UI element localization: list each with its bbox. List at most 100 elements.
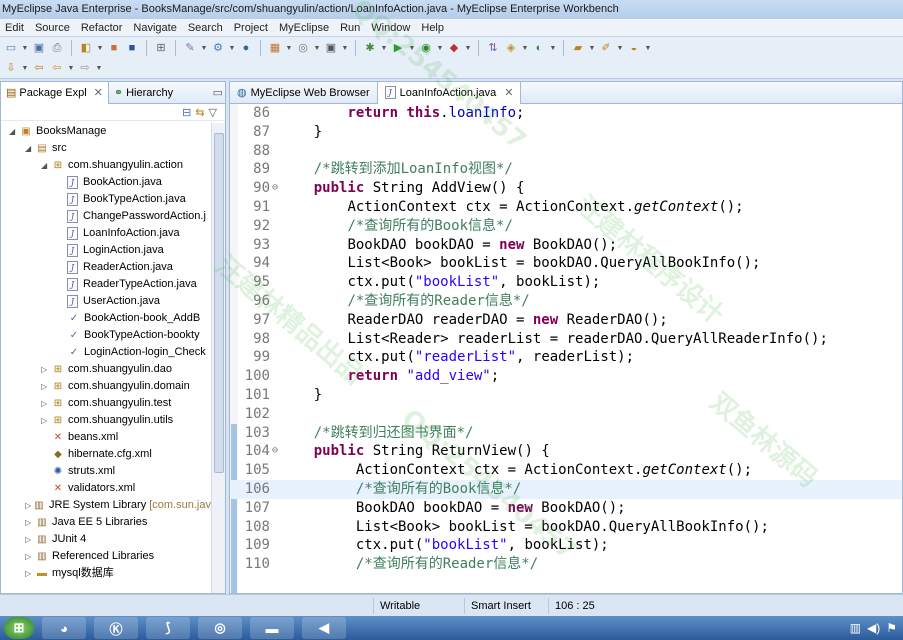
fold-collapse-icon[interactable]: ⊖ bbox=[270, 179, 280, 198]
menu-window[interactable]: Window bbox=[366, 22, 416, 34]
menu-run[interactable]: Run bbox=[335, 22, 366, 34]
tree-scrollbar[interactable] bbox=[211, 123, 225, 593]
qq-icon[interactable]: ◕ bbox=[42, 617, 86, 639]
minimize-icon[interactable]: ▭ bbox=[213, 86, 225, 99]
print-icon[interactable]: ⎙ bbox=[49, 40, 65, 56]
menu-refactor[interactable]: Refactor bbox=[76, 22, 129, 34]
expand-open-icon[interactable]: ◢ bbox=[25, 140, 35, 157]
dropdown-icon[interactable]: ▼ bbox=[464, 45, 472, 52]
code-editor[interactable]: 86 return this.loanInfo; 87 } 88 89 /*跳转到添加… bbox=[230, 104, 902, 593]
new-icon[interactable]: ▭ bbox=[3, 40, 19, 56]
expand-closed-icon[interactable]: ▷ bbox=[41, 378, 51, 395]
tab-web-browser[interactable]: ◍ MyEclipse Web Browser bbox=[230, 82, 377, 104]
tab-loaninfoaction[interactable]: J LoanInfoAction.java ✕ bbox=[376, 81, 522, 104]
dropdown-icon[interactable]: ▼ bbox=[521, 45, 529, 52]
dropdown-icon[interactable]: ▼ bbox=[95, 65, 103, 72]
code-line[interactable]: 96 /*查询所有的Reader信息*/ bbox=[230, 292, 902, 311]
tree-item[interactable]: ✓ BookTypeAction-bookty bbox=[1, 327, 211, 344]
pencil-icon[interactable]: ◐ bbox=[531, 40, 547, 56]
new-dropdown-icon[interactable]: ▼ bbox=[21, 45, 29, 52]
link-with-editor-icon[interactable]: ⇆ bbox=[195, 106, 204, 119]
new-package-icon[interactable]: ◎ bbox=[295, 40, 311, 56]
tree-item[interactable]: ◢ ▤ src bbox=[1, 140, 211, 157]
code-line[interactable]: 100 return "add_view"; bbox=[230, 367, 902, 386]
tree-item[interactable]: ◢ ⊞ com.shuangyulin.action bbox=[1, 157, 211, 174]
tree-item[interactable]: ▷ ⊞ com.shuangyulin.dao bbox=[1, 361, 211, 378]
tree-item[interactable]: ▷ ▥ JUnit 4 bbox=[1, 531, 211, 548]
code-line[interactable]: 89 /*跳转到添加LoanInfo视图*/ bbox=[230, 160, 902, 179]
code-line[interactable]: 108 List<Book> bookList = bookDAO.QueryA… bbox=[230, 518, 902, 537]
coverage-icon[interactable]: ⇅ bbox=[485, 40, 501, 56]
fold-collapse-icon[interactable]: ⊖ bbox=[270, 442, 280, 461]
dropdown-icon[interactable]: ▼ bbox=[228, 45, 236, 52]
close-icon[interactable]: ✕ bbox=[504, 86, 513, 99]
tree-item[interactable]: J ReaderTypeAction.java bbox=[1, 276, 211, 293]
code-line[interactable]: 105 ActionContext ctx = ActionContext.ge… bbox=[230, 461, 902, 480]
tree-item[interactable]: ▷ ⊞ com.shuangyulin.utils bbox=[1, 412, 211, 429]
flag-icon[interactable]: ⚑ bbox=[886, 621, 897, 635]
tree-item[interactable]: ◢ ▣ BooksManage bbox=[1, 123, 211, 140]
tree-item[interactable]: ▷ ▥ Referenced Libraries bbox=[1, 548, 211, 565]
dropdown-icon[interactable]: ▼ bbox=[313, 45, 321, 52]
run-server-icon[interactable]: ⚙ bbox=[210, 40, 226, 56]
dropdown-icon[interactable]: ▼ bbox=[644, 45, 652, 52]
expand-closed-icon[interactable]: ▷ bbox=[25, 497, 32, 514]
expand-closed-icon[interactable]: ▷ bbox=[25, 565, 35, 582]
last-edit-icon[interactable]: ⇦ bbox=[31, 61, 47, 77]
menu-search[interactable]: Search bbox=[183, 22, 229, 34]
run-icon[interactable]: ▶ bbox=[390, 40, 406, 56]
code-line[interactable]: 106 /*查询所有的Book信息*/ bbox=[230, 480, 902, 499]
expand-closed-icon[interactable]: ▷ bbox=[41, 412, 51, 429]
dropdown-icon[interactable]: ▼ bbox=[616, 45, 624, 52]
code-line[interactable]: 94 List<Book> bookList = bookDAO.QueryAl… bbox=[230, 254, 902, 273]
tree-item[interactable]: J BookTypeAction.java bbox=[1, 191, 211, 208]
tree-item[interactable]: ✺ struts.xml bbox=[1, 463, 211, 480]
menu-myeclipse[interactable]: MyEclipse bbox=[274, 22, 335, 34]
view-menu-icon[interactable]: ▽ bbox=[209, 106, 217, 119]
external-tools-icon[interactable]: ◆ bbox=[446, 40, 462, 56]
globe-icon[interactable]: ● bbox=[238, 40, 254, 56]
tree-item[interactable]: ▷ ▥ Java EE 5 Libraries bbox=[1, 514, 211, 531]
media-player-icon[interactable]: ◀ bbox=[302, 617, 346, 639]
dropdown-icon[interactable]: ▼ bbox=[549, 45, 557, 52]
dropdown-icon[interactable]: ▼ bbox=[588, 45, 596, 52]
dropdown-icon[interactable]: ▼ bbox=[408, 45, 416, 52]
code-line[interactable]: 93 BookDAO bookDAO = new BookDAO(); bbox=[230, 236, 902, 255]
myeclipse-icon[interactable]: ⟆ bbox=[146, 617, 190, 639]
code-line[interactable]: 87 } bbox=[230, 123, 902, 142]
code-line[interactable]: 101 } bbox=[230, 386, 902, 405]
dropdown-icon[interactable]: ▼ bbox=[200, 45, 208, 52]
code-line[interactable]: 99 ctx.put("readerList", readerList); bbox=[230, 348, 902, 367]
menu-edit[interactable]: Edit bbox=[0, 22, 30, 34]
tree-item[interactable]: ◆ hibernate.cfg.xml bbox=[1, 446, 211, 463]
expand-closed-icon[interactable]: ▷ bbox=[25, 548, 35, 565]
close-icon[interactable]: ✕ bbox=[94, 86, 103, 99]
menu-source[interactable]: Source bbox=[30, 22, 76, 34]
code-line[interactable]: 92 /*查询所有的Book信息*/ bbox=[230, 217, 902, 236]
debug-icon[interactable]: ✱ bbox=[362, 40, 378, 56]
menu-help[interactable]: Help bbox=[416, 22, 450, 34]
tree-item[interactable]: J ChangePasswordAction.j bbox=[1, 208, 211, 225]
new-class-icon[interactable]: ▦ bbox=[267, 40, 283, 56]
run-config-icon[interactable]: ◉ bbox=[418, 40, 434, 56]
nav-back-icon[interactable]: ⇦ bbox=[49, 61, 65, 77]
menu-project[interactable]: Project bbox=[229, 22, 274, 34]
folder-icon[interactable]: ▬ bbox=[250, 617, 294, 639]
code-line[interactable]: 90 ⊖ public String AddView() { bbox=[230, 179, 902, 198]
browser-360-icon[interactable]: ◎ bbox=[198, 617, 242, 639]
tab-package-explorer[interactable]: ▤ Package Expl ✕ bbox=[1, 81, 109, 104]
volume-icon[interactable]: ◀) bbox=[867, 621, 880, 635]
browser-icon[interactable]: ⊞ bbox=[153, 40, 169, 56]
code-line[interactable]: 88 bbox=[230, 142, 902, 161]
expand-closed-icon[interactable]: ▷ bbox=[41, 361, 51, 378]
code-line[interactable]: 97 ReaderDAO readerDAO = new ReaderDAO()… bbox=[230, 311, 902, 330]
tree-item[interactable]: J UserAction.java bbox=[1, 293, 211, 310]
save-icon[interactable]: ▣ bbox=[31, 40, 47, 56]
edit-icon[interactable]: ✐ bbox=[598, 40, 614, 56]
tree-item[interactable]: ✕ validators.xml bbox=[1, 480, 211, 497]
dropdown-icon[interactable]: ▼ bbox=[67, 65, 75, 72]
mark-icon[interactable]: ◒ bbox=[626, 40, 642, 56]
dropdown-icon[interactable]: ▼ bbox=[341, 45, 349, 52]
tree-item[interactable]: ✓ LoginAction-login_Check bbox=[1, 344, 211, 361]
code-line[interactable]: 98 List<Reader> readerList = readerDAO.Q… bbox=[230, 330, 902, 349]
